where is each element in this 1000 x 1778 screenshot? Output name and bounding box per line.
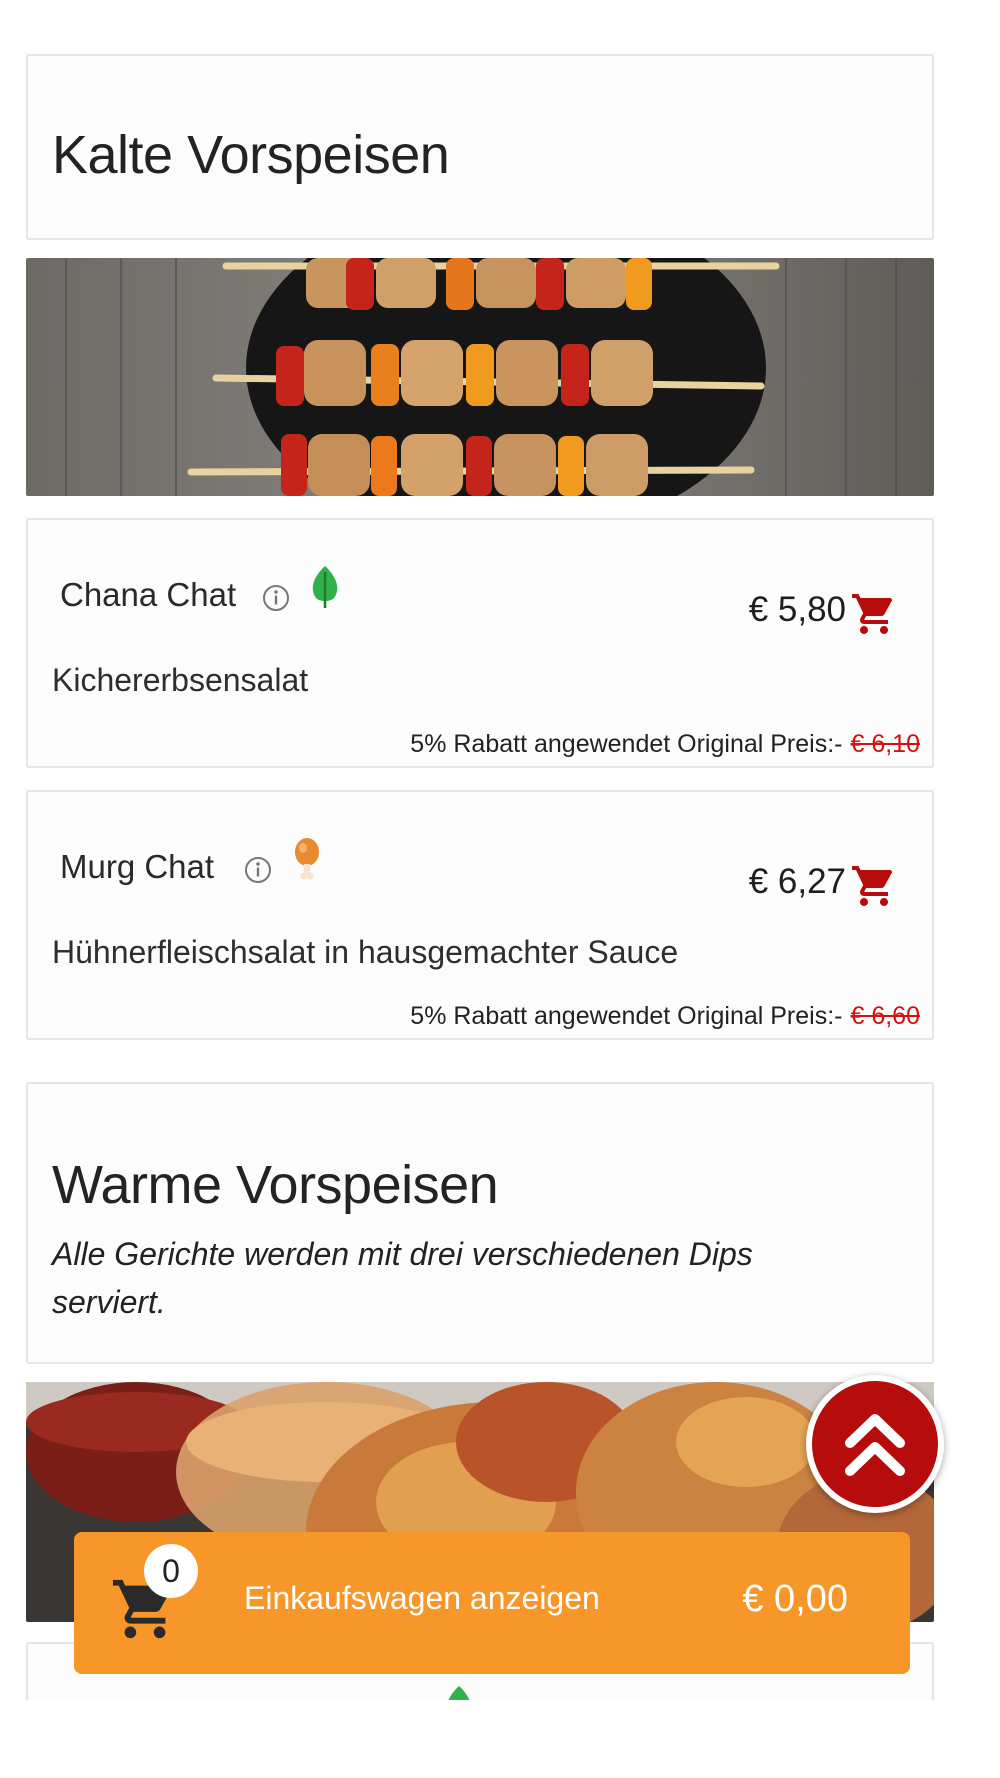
section-title: Warme Vorspeisen bbox=[52, 1155, 499, 1215]
view-cart-bar[interactable]: 0 Einkaufswagen anzeigen € 0,00 bbox=[74, 1532, 910, 1674]
cart-total: € 0,00 bbox=[742, 1578, 848, 1620]
item-price: € 5,80 bbox=[748, 590, 846, 629]
menu-item-murg-chat[interactable]: Murg Chat € 6,27 Hühnerfleischsalat in h… bbox=[26, 790, 934, 1040]
cart-count-badge: 0 bbox=[144, 1544, 198, 1598]
item-name: Chana Chat bbox=[60, 576, 237, 613]
item-description: Kichererbsensalat bbox=[52, 662, 309, 698]
section-header-kalte-vorspeisen: Kalte Vorspeisen bbox=[26, 54, 934, 240]
double-chevron-up-icon bbox=[845, 1414, 905, 1476]
original-price: € 6,10 bbox=[850, 730, 920, 758]
discount-text: 5% Rabatt angewendet Original Preis:- bbox=[410, 1002, 843, 1030]
menu-item-chana-chat[interactable]: Chana Chat € 5,80 Kichererbsensalat 5% R… bbox=[26, 518, 934, 768]
add-to-cart-icon[interactable] bbox=[850, 590, 898, 638]
view-cart-label: Einkaufswagen anzeigen bbox=[244, 1580, 600, 1616]
add-to-cart-icon[interactable] bbox=[850, 862, 898, 910]
info-icon[interactable] bbox=[262, 584, 290, 612]
item-description: Hühnerfleischsalat in hausgemachter Sauc… bbox=[52, 934, 679, 970]
original-price: € 6,60 bbox=[850, 1002, 920, 1030]
scroll-to-top-button[interactable] bbox=[806, 1375, 944, 1513]
section-title: Kalte Vorspeisen bbox=[52, 125, 450, 185]
chicken-leg-icon bbox=[295, 838, 319, 880]
section-description: Alle Gerichte werden mit drei verschiede… bbox=[52, 1236, 753, 1320]
page-bottom-mask bbox=[0, 1700, 1000, 1778]
discount-note: 5% Rabatt angewendet Original Preis:- € 6… bbox=[410, 730, 920, 759]
skewers-photo bbox=[26, 258, 934, 496]
discount-note: 5% Rabatt angewendet Original Preis:- € 6… bbox=[410, 1002, 920, 1031]
discount-text: 5% Rabatt angewendet Original Preis:- bbox=[410, 730, 843, 758]
item-price: € 6,27 bbox=[748, 862, 846, 901]
leaf-icon bbox=[312, 566, 338, 608]
section-header-warme-vorspeisen: Warme Vorspeisen Alle Gerichte werden mi… bbox=[26, 1082, 934, 1364]
item-name: Murg Chat bbox=[60, 848, 215, 885]
info-icon[interactable] bbox=[244, 856, 272, 884]
section-banner-image bbox=[26, 258, 934, 496]
